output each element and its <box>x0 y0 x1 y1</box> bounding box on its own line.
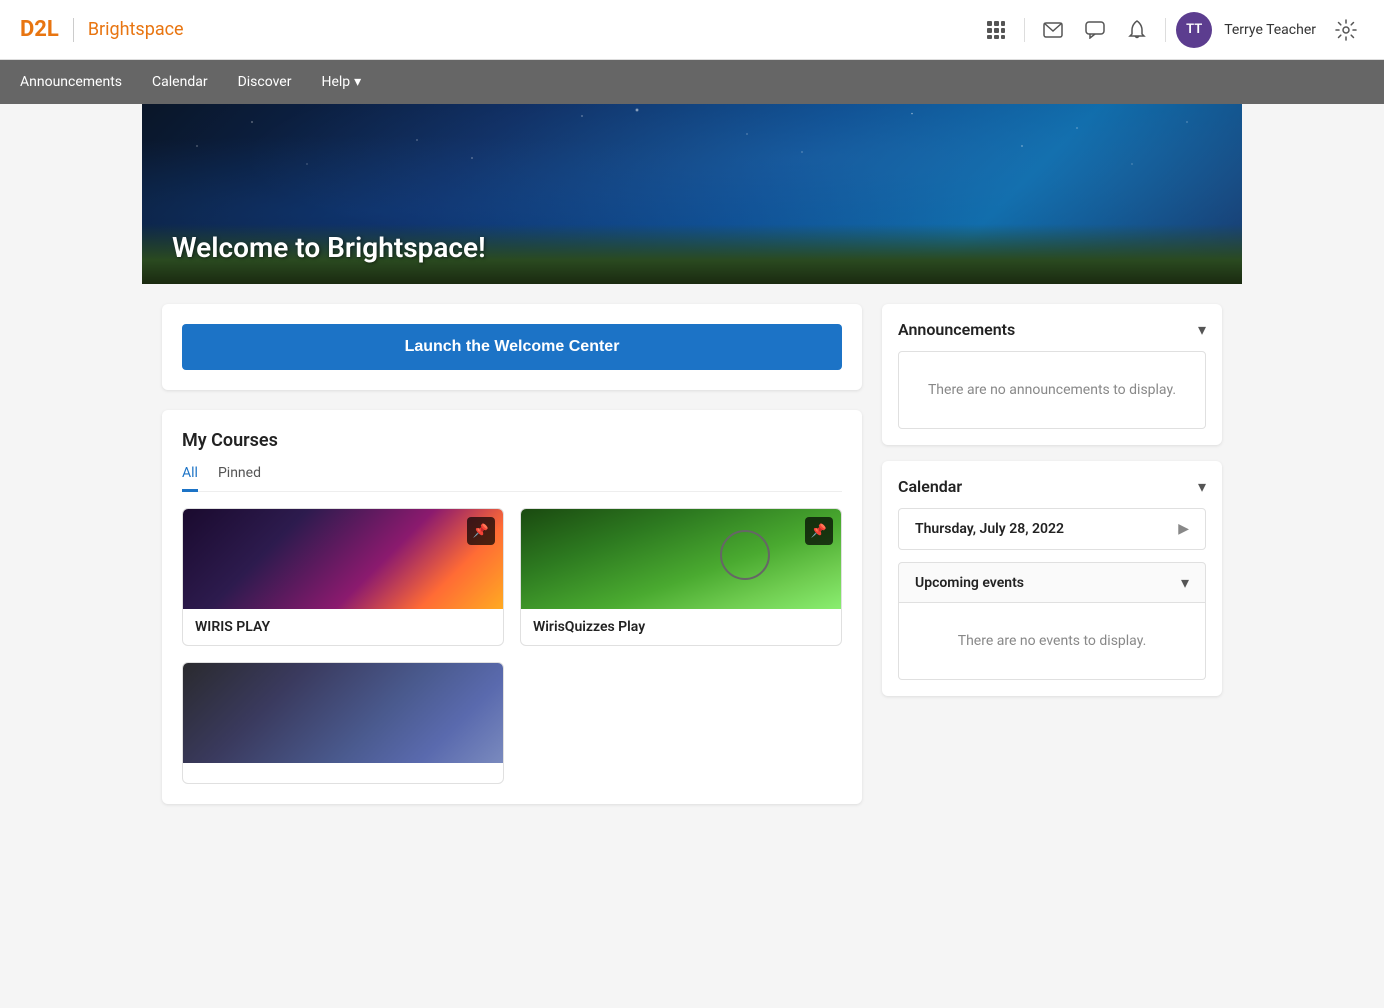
announcements-title: Announcements <box>898 320 1015 339</box>
calendar-date-row[interactable]: Thursday, July 28, 2022 ▶ <box>898 508 1206 550</box>
hero-title: Welcome to Brightspace! <box>172 231 486 264</box>
course-item-wirisquizzes[interactable]: 📌 WirisQuizzes Play <box>520 508 842 646</box>
help-chevron-icon: ▾ <box>354 60 361 104</box>
user-name[interactable]: Terrye Teacher <box>1224 22 1316 38</box>
hero-stars <box>142 104 1242 224</box>
announcements-chevron-icon[interactable]: ▾ <box>1198 320 1206 339</box>
calendar-next-icon: ▶ <box>1178 521 1189 537</box>
course-image-1: 📌 <box>183 509 503 609</box>
separator-1 <box>1024 18 1025 42</box>
announcements-card: Announcements ▾ There are no announcemen… <box>882 304 1222 445</box>
avatar[interactable]: TT <box>1176 12 1212 48</box>
upcoming-events-title: Upcoming events <box>915 575 1024 591</box>
course-label-3 <box>183 763 503 783</box>
brightspace-logo-text: Brightspace <box>88 19 184 40</box>
course-label-1: WIRIS PLAY <box>183 609 503 645</box>
calendar-title: Calendar <box>898 477 962 496</box>
my-courses-card: My Courses All Pinned 📌 WIRIS PLAY <box>162 410 862 804</box>
navigation-bar: Announcements Calendar Discover Help ▾ <box>0 60 1384 104</box>
course-item-wiris-play[interactable]: 📌 WIRIS PLAY <box>182 508 504 646</box>
announcements-empty: There are no announcements to display. <box>898 351 1206 429</box>
upcoming-events-empty: There are no events to display. <box>898 603 1206 680</box>
course-label-2: WirisQuizzes Play <box>521 609 841 645</box>
upcoming-events-chevron-icon[interactable]: ▾ <box>1181 573 1189 592</box>
header-actions: TT Terrye Teacher <box>978 12 1364 48</box>
tab-all[interactable]: All <box>182 465 198 492</box>
course-item-3[interactable] <box>182 662 504 784</box>
calendar-header: Calendar ▾ <box>898 477 1206 496</box>
my-courses-title: My Courses <box>182 430 842 451</box>
nav-calendar[interactable]: Calendar <box>152 60 208 104</box>
chat-icon[interactable] <box>1077 12 1113 48</box>
pin-icon-1: 📌 <box>467 517 495 545</box>
nav-help[interactable]: Help ▾ <box>321 60 361 104</box>
bell-icon[interactable] <box>1119 12 1155 48</box>
separator-2 <box>1165 18 1166 42</box>
launch-welcome-center-button[interactable]: Launch the Welcome Center <box>182 324 842 370</box>
courses-tabs: All Pinned <box>182 465 842 492</box>
announcements-header: Announcements ▾ <box>898 320 1206 339</box>
right-column: Announcements ▾ There are no announcemen… <box>882 304 1222 804</box>
course-image-2: 📌 <box>521 509 841 609</box>
course-image-3 <box>183 663 503 763</box>
d2l-logo: D2L <box>20 17 59 42</box>
courses-grid: 📌 WIRIS PLAY 📌 WirisQuizzes Play <box>182 508 842 784</box>
calendar-card: Calendar ▾ Thursday, July 28, 2022 ▶ Upc… <box>882 461 1222 696</box>
mail-icon[interactable] <box>1035 12 1071 48</box>
nav-discover[interactable]: Discover <box>238 60 292 104</box>
waffle-menu-icon[interactable] <box>978 12 1014 48</box>
tab-pinned[interactable]: Pinned <box>218 465 261 492</box>
logo-area: D2L Brightspace <box>20 17 184 42</box>
hero-banner: Welcome to Brightspace! <box>142 104 1242 284</box>
calendar-chevron-icon[interactable]: ▾ <box>1198 477 1206 496</box>
left-column: Launch the Welcome Center My Courses All… <box>162 304 862 804</box>
pin-icon-2: 📌 <box>805 517 833 545</box>
welcome-center-card: Launch the Welcome Center <box>162 304 862 390</box>
header: D2L Brightspace <box>0 0 1384 60</box>
settings-icon[interactable] <box>1328 12 1364 48</box>
main-content: Launch the Welcome Center My Courses All… <box>142 284 1242 824</box>
calendar-date: Thursday, July 28, 2022 <box>915 521 1064 537</box>
logo-divider <box>73 18 74 42</box>
nav-announcements[interactable]: Announcements <box>20 60 122 104</box>
upcoming-events-header: Upcoming events ▾ <box>898 562 1206 603</box>
